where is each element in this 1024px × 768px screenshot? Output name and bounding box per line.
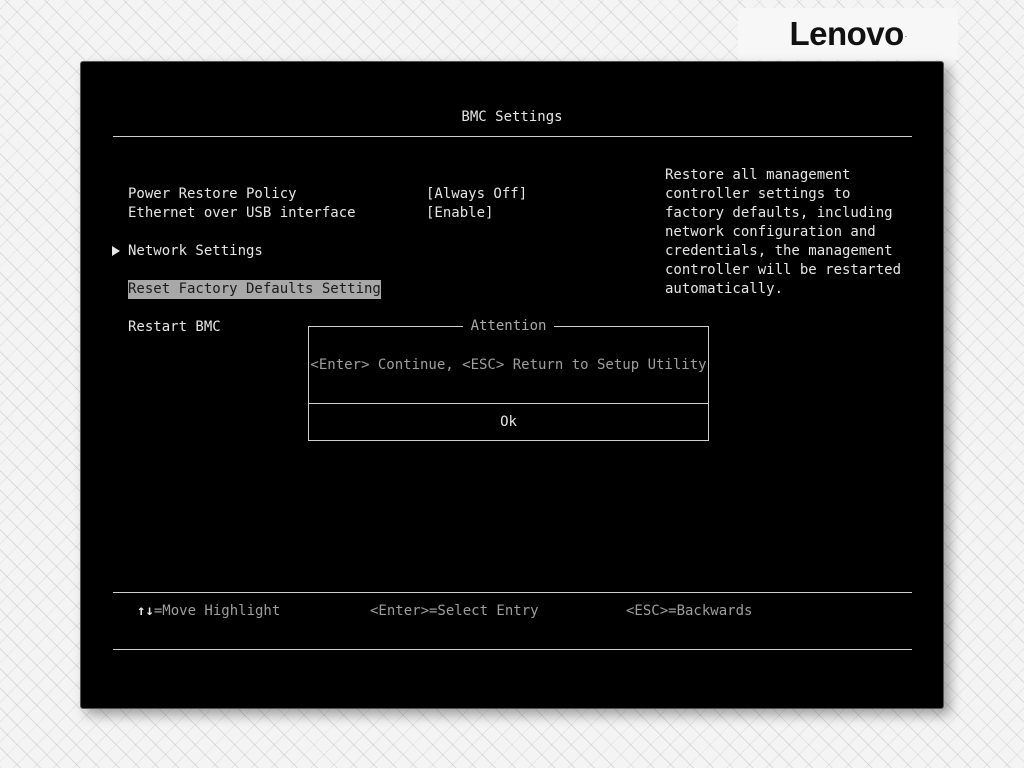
- dialog-title: Attention: [462, 318, 555, 334]
- footer-select-hint: <Enter>=Select Entry: [370, 603, 539, 619]
- footer-back-hint: <ESC>=Backwards: [626, 603, 753, 619]
- submenu-pointer-icon: [112, 246, 120, 256]
- help-text: Restore all management controller settin…: [665, 167, 902, 297]
- page-title: BMC Settings: [461, 109, 563, 125]
- footer-top-divider: [113, 592, 912, 593]
- logo-mark: .: [904, 29, 907, 39]
- power-restore-policy-value[interactable]: [Always Off]: [426, 185, 527, 204]
- footer-move-label: =Move Highlight: [153, 603, 281, 619]
- menu-item-reset-factory-defaults[interactable]: Reset Factory Defaults Setting: [128, 280, 381, 299]
- dialog-message: <Enter> Continue, <ESC> Return to Setup …: [310, 357, 707, 373]
- menu-item-ethernet-over-usb[interactable]: Ethernet over USB interface: [128, 204, 356, 223]
- bios-screen: BMC Settings Power Restore Policy [Alway…: [80, 61, 944, 709]
- up-down-arrows-icon: ↑↓: [137, 603, 154, 619]
- menu-item-power-restore-policy[interactable]: Power Restore Policy: [128, 185, 297, 204]
- dialog-title-wrap: Attention: [309, 317, 708, 336]
- footer-move-hint: ↑↓=Move Highlight: [137, 603, 280, 619]
- logo-text: Lenovo: [789, 15, 904, 52]
- menu-item-restart-bmc[interactable]: Restart BMC: [128, 318, 221, 337]
- attention-dialog: Attention <Enter> Continue, <ESC> Return…: [308, 318, 709, 441]
- footer-bottom-divider: [113, 649, 912, 650]
- header-divider: [113, 136, 912, 137]
- lenovo-logo: Lenovo.: [738, 8, 958, 60]
- menu-item-network-settings[interactable]: Network Settings: [128, 242, 263, 261]
- ok-button[interactable]: Ok: [309, 404, 708, 440]
- ethernet-over-usb-value[interactable]: [Enable]: [426, 204, 493, 223]
